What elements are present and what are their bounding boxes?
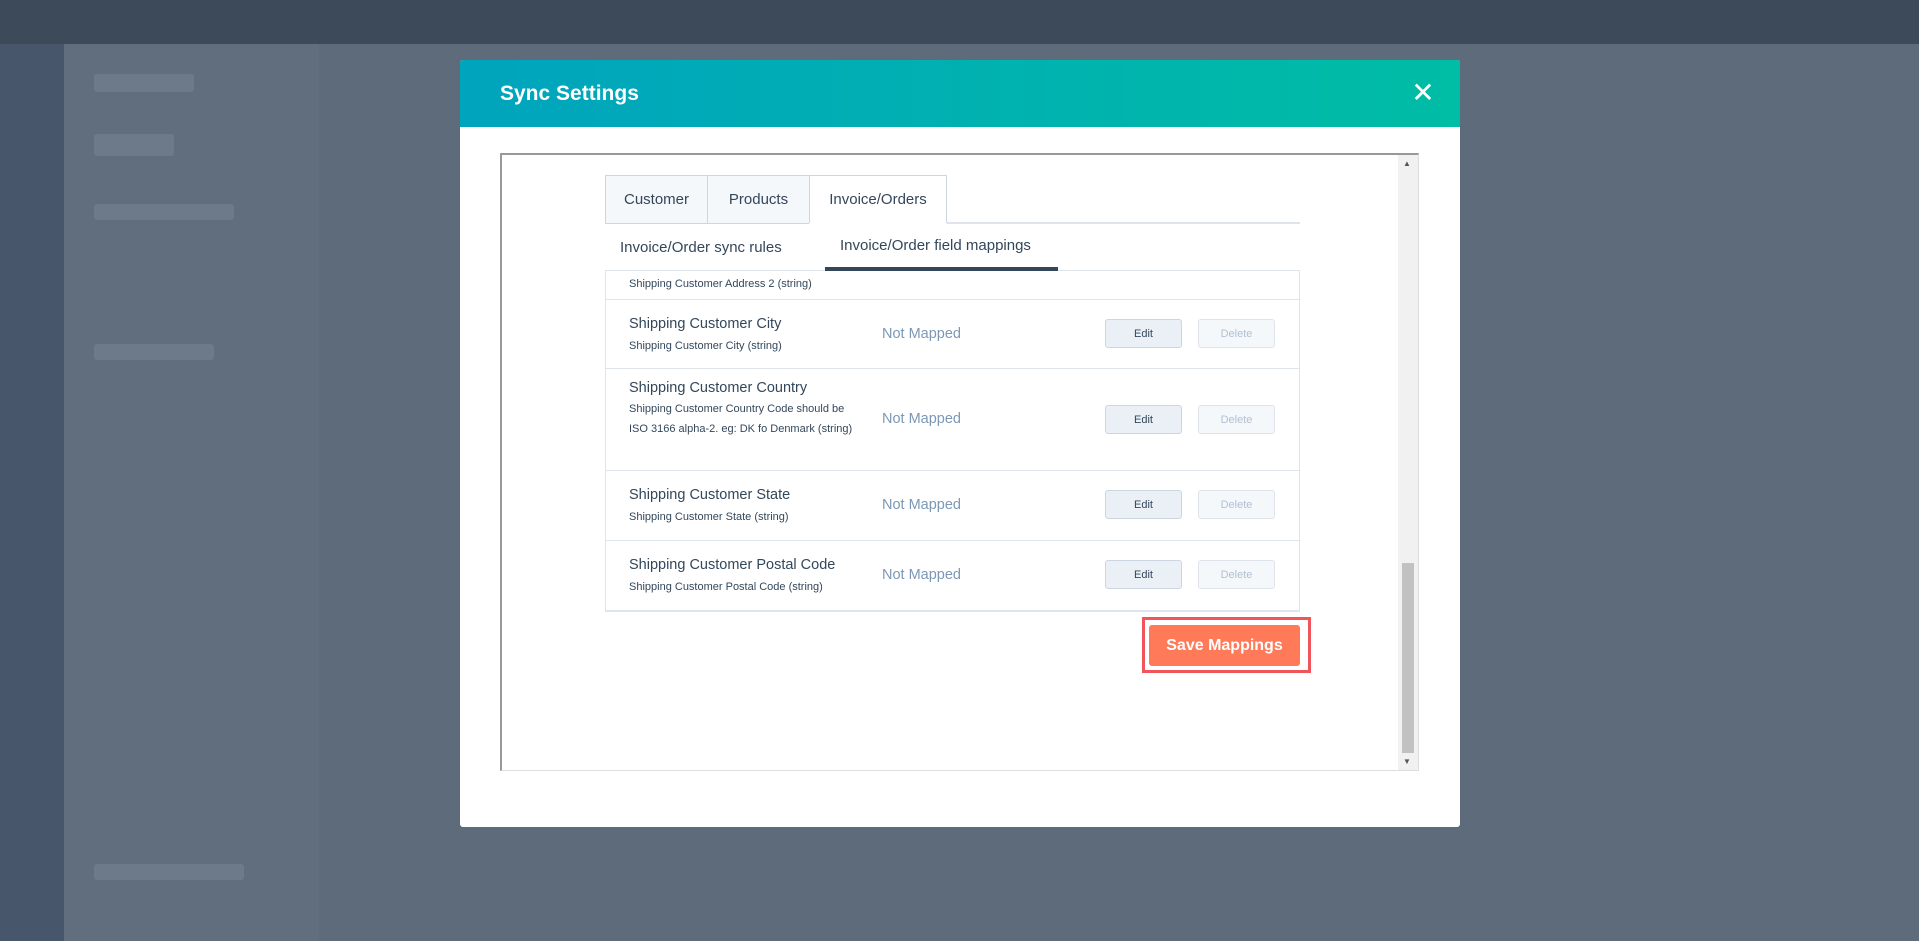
table-row: Shipping Customer State Shipping Custome…	[606, 471, 1299, 541]
table-row: Shipping Customer City Shipping Customer…	[606, 300, 1299, 369]
left-nav-rail	[0, 44, 64, 941]
scroll-down-icon[interactable]: ▼	[1403, 757, 1411, 766]
field-name: Shipping Customer Country	[629, 380, 808, 396]
mapping-status: Not Mapped	[882, 567, 961, 583]
edit-button[interactable]: Edit	[1105, 560, 1182, 589]
modal-header: Sync Settings ✕	[460, 60, 1460, 127]
scroll-up-icon[interactable]: ▲	[1403, 159, 1411, 168]
field-description: Shipping Customer Country Code should be…	[629, 403, 853, 435]
table-row: Shipping Customer Address 2 (string)	[606, 271, 1299, 300]
mapping-status: Not Mapped	[882, 411, 961, 427]
edit-button[interactable]: Edit	[1105, 319, 1182, 348]
subtab-field-mappings[interactable]: Invoice/Order field mappings	[825, 224, 1058, 271]
iframe-scrollbar[interactable]: ▲ ▼	[1398, 155, 1418, 770]
field-name: Shipping Customer City	[629, 316, 782, 332]
delete-button: Delete	[1198, 560, 1275, 589]
delete-button: Delete	[1198, 490, 1275, 519]
edit-button[interactable]: Edit	[1105, 490, 1182, 519]
subtab-bar: Invoice/Order sync rules Invoice/Order f…	[605, 224, 1300, 271]
field-description: Shipping Customer City (string)	[629, 340, 782, 352]
tab-customer[interactable]: Customer	[605, 175, 708, 224]
delete-button: Delete	[1198, 319, 1275, 348]
modal-title: Sync Settings	[500, 82, 639, 105]
tab-products[interactable]: Products	[707, 175, 810, 224]
sync-settings-modal: Sync Settings ✕ Customer Products Invoic…	[460, 60, 1460, 827]
settings-sidebar	[64, 44, 319, 941]
close-icon[interactable]: ✕	[1408, 78, 1438, 108]
field-mappings-table: Shipping Customer Address 2 (string) Shi…	[605, 271, 1300, 612]
table-row: Shipping Customer Postal Code Shipping C…	[606, 541, 1299, 610]
field-description: Shipping Customer State (string)	[629, 511, 789, 523]
top-navigation-bar	[0, 0, 1919, 44]
tab-invoice-orders[interactable]: Invoice/Orders	[809, 175, 947, 224]
mapping-status: Not Mapped	[882, 326, 961, 342]
settings-iframe: Customer Products Invoice/Orders Invoice…	[500, 153, 1419, 771]
field-name: Shipping Customer Postal Code	[629, 557, 836, 573]
delete-button: Delete	[1198, 405, 1275, 434]
scrollbar-thumb[interactable]	[1402, 563, 1414, 753]
table-row: Shipping Customer Country Shipping Custo…	[606, 369, 1299, 471]
tab-bar: Customer Products Invoice/Orders	[605, 175, 1300, 224]
subtab-sync-rules[interactable]: Invoice/Order sync rules	[620, 224, 782, 271]
edit-button[interactable]: Edit	[1105, 405, 1182, 434]
field-description: Shipping Customer Address 2 (string)	[629, 278, 812, 290]
mapping-status: Not Mapped	[882, 497, 961, 513]
save-mappings-button[interactable]: Save Mappings	[1149, 625, 1300, 666]
field-description: Shipping Customer Postal Code (string)	[629, 581, 823, 593]
field-name: Shipping Customer State	[629, 487, 791, 503]
